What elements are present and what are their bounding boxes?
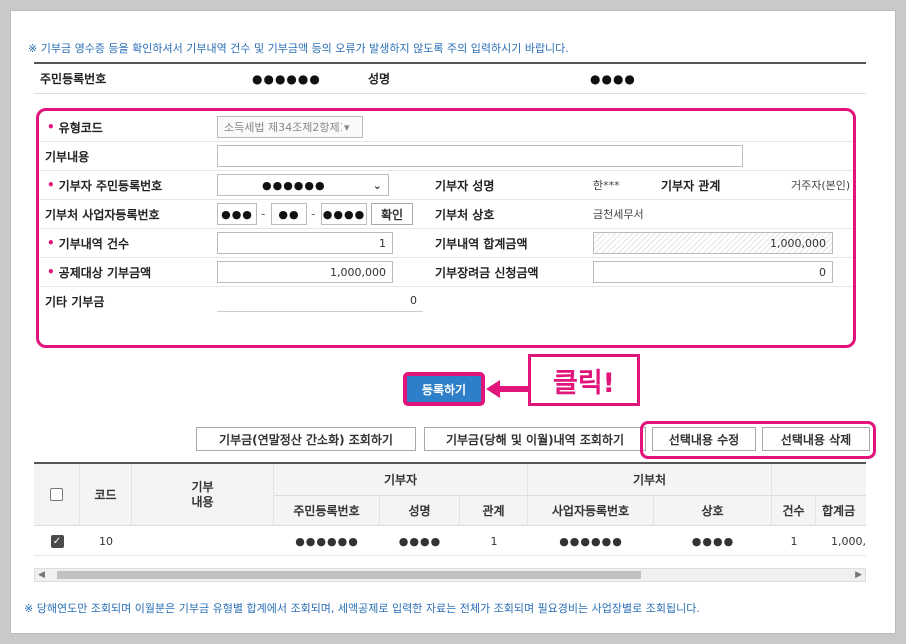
highlight-edit-delete — [640, 421, 876, 459]
org-bizno-part2-value: ●● — [278, 207, 300, 221]
arrow-left-icon — [486, 380, 528, 398]
confirm-button[interactable]: 확인 — [371, 203, 413, 225]
content-input[interactable] — [217, 145, 743, 167]
form-row-deduct: • 공제대상 기부금액 1,000,000 기부장려금 신청금액 0 — [39, 258, 853, 287]
org-name-label: 기부처 상호 — [435, 207, 495, 222]
register-button[interactable]: 등록하기 — [405, 374, 483, 404]
rrn-label: 주민등록번호 — [40, 72, 107, 86]
form-row-etc: 기타 기부금 0 — [39, 287, 853, 316]
donor-name-label: 기부자 성명 — [435, 178, 495, 193]
type-code-label: 유형코드 — [58, 120, 103, 135]
table-row[interactable]: ✓ 10 ●●●●●● ●●●● 1 ●●●●●● ●●●● 1 1,000, — [34, 526, 866, 556]
type-code-value: 소득세법 제34조제2항제1호 — [224, 121, 342, 134]
org-bizno-part1[interactable]: ●●● — [217, 203, 257, 225]
required-mark: • — [47, 178, 55, 192]
donor-rel-label: 기부자 관계 — [661, 178, 721, 193]
required-mark: • — [47, 236, 55, 250]
row-count: 1 — [790, 534, 798, 548]
type-code-select[interactable]: 소득세법 제34조제2항제1호 ▾ — [217, 116, 363, 138]
total-label: 기부내역 합계금액 — [435, 236, 528, 251]
grid-header-code: 코드 — [80, 464, 132, 526]
org-bizno-part2[interactable]: ●● — [271, 203, 307, 225]
row-bizno: ●●●●●● — [559, 534, 623, 548]
rrn-value: ●●●●●● — [252, 71, 321, 86]
bizno-dash: - — [261, 207, 266, 221]
row-rel: 1 — [490, 534, 498, 548]
required-mark: • — [47, 120, 55, 134]
count-label: 기부내역 건수 — [58, 236, 130, 251]
taxpayer-info-row: 주민등록번호 ●●●●●● 성명 ●●●● — [34, 62, 866, 94]
deduct-input[interactable]: 1,000,000 — [217, 261, 393, 283]
form-row-type-code: •유형코드 소득세법 제34조제2항제1호 ▾ — [39, 113, 853, 142]
org-bizno-part3[interactable]: ●●●● — [321, 203, 367, 225]
encourage-label: 기부장려금 신청금액 — [435, 265, 539, 280]
org-bizno-label: 기부처 사업자등록번호 — [45, 207, 160, 222]
notice-bottom: ※ 당해연도만 조회되며 이월분은 기부금 유형별 합계에서 조회되며, 세액공… — [24, 602, 700, 615]
row-content — [132, 526, 274, 556]
grid-header-name: 성명 — [380, 496, 460, 526]
donor-rel-value: 거주자(본인) — [791, 179, 851, 192]
content-label: 기부내용 — [45, 149, 90, 164]
total-input: 1,000,000 — [593, 232, 833, 254]
donor-rrn-value: ●●●●●● — [262, 178, 326, 192]
grid-header-donor: 기부자 — [274, 464, 528, 496]
grid-header-count: 건수 — [772, 496, 816, 526]
form-row-org: 기부처 사업자등록번호 ●●● - ●● - ●●●● 확인 기부처 상호 금천… — [39, 200, 853, 229]
grid-header-check — [34, 464, 80, 526]
form-row-donor: • 기부자 주민등록번호 ●●●●●● ⌄ 기부자 성명 한*** 기부자 관계 … — [39, 171, 853, 200]
grid-header-rel: 관계 — [460, 496, 528, 526]
grid-header-content: 기부 내용 — [132, 464, 274, 526]
scroll-left-icon[interactable]: ◀ — [38, 569, 45, 581]
notice-top: ※ 기부금 영수증 등을 확인하셔서 기부내역 건수 및 기부금액 등의 오류가… — [28, 42, 569, 55]
org-bizno-part3-value: ●●●● — [322, 207, 366, 221]
grid-header-bizno: 사업자등록번호 — [528, 496, 654, 526]
scroll-right-icon[interactable]: ▶ — [855, 569, 862, 581]
deduct-label: 공제대상 기부금액 — [58, 265, 152, 280]
row-total: 1,000, — [831, 534, 866, 548]
horizontal-scrollbar[interactable]: ◀ ▶ — [34, 568, 866, 582]
row-code: 10 — [99, 534, 113, 548]
form-row-count: • 기부내역 건수 1 기부내역 합계금액 1,000,000 — [39, 229, 853, 258]
row-orgname: ●●●● — [691, 534, 735, 548]
grid-header-blank — [772, 464, 866, 496]
row-name: ●●●● — [398, 534, 442, 548]
donor-rrn-select[interactable]: ●●●●●● ⌄ — [217, 174, 389, 196]
chevron-down-icon: ▾ — [344, 120, 350, 134]
scrollbar-thumb[interactable] — [57, 571, 641, 579]
org-name-value: 금천세무서 — [593, 208, 644, 221]
chevron-down-icon: ⌄ — [372, 178, 382, 192]
org-bizno-part1-value: ●●● — [221, 207, 253, 221]
grid-header-orgname: 상호 — [654, 496, 772, 526]
donation-grid: 코드 기부 내용 기부자 기부처 주민등록번호 성명 관계 사업자등록번호 상호… — [34, 462, 866, 556]
name-value: ●●●● — [590, 71, 636, 86]
etc-input[interactable]: 0 — [217, 290, 423, 312]
form-row-content: 기부내용 — [39, 142, 853, 171]
row-rrn: ●●●●●● — [295, 534, 359, 548]
donation-form: •유형코드 소득세법 제34조제2항제1호 ▾ 기부내용 •기부자 주민등록번호… — [36, 108, 856, 348]
required-mark: • — [47, 265, 55, 279]
grid-header-total: 합계금 — [816, 496, 866, 526]
etc-label: 기타 기부금 — [45, 294, 105, 309]
click-callout: 클릭! — [528, 354, 640, 406]
donor-name-value: 한*** — [593, 179, 620, 192]
grid-header-rrn: 주민등록번호 — [274, 496, 380, 526]
query-year-button[interactable]: 기부금(당해 및 이월)내역 조회하기 — [424, 427, 646, 451]
name-label: 성명 — [368, 72, 391, 86]
select-all-checkbox[interactable] — [50, 488, 63, 501]
encourage-input[interactable]: 0 — [593, 261, 833, 283]
row-checkbox[interactable]: ✓ — [50, 534, 64, 548]
grid-header-org: 기부처 — [528, 464, 772, 496]
donor-rrn-label: 기부자 주민등록번호 — [58, 178, 163, 193]
query-simple-button[interactable]: 기부금(연말정산 간소화) 조회하기 — [196, 427, 416, 451]
bizno-dash: - — [311, 207, 316, 221]
count-input[interactable]: 1 — [217, 232, 393, 254]
